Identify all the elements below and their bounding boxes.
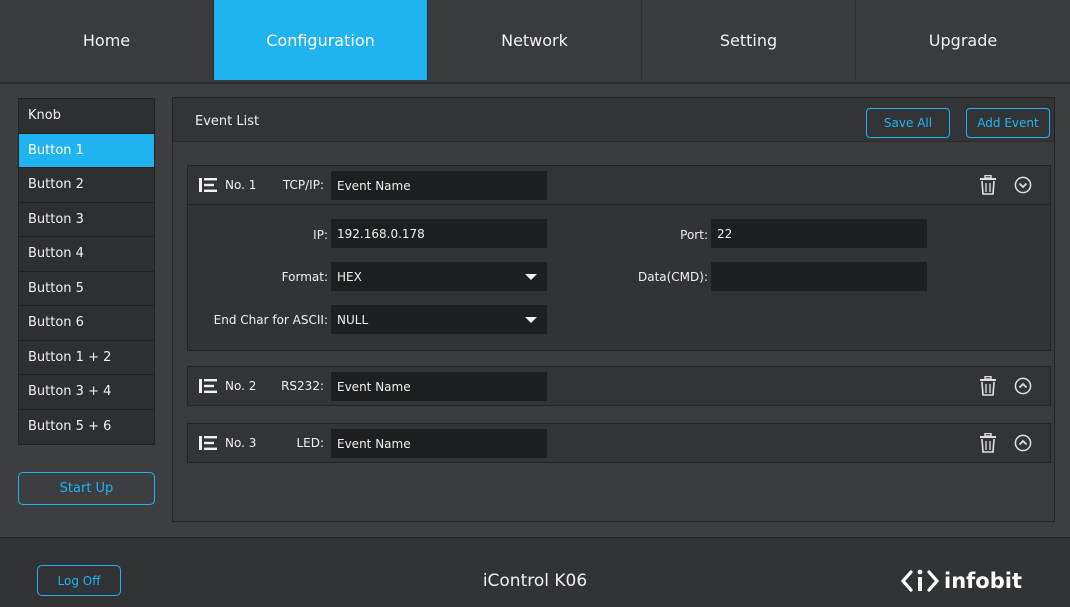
trash-icon[interactable] xyxy=(979,175,997,195)
end-char-label: End Char for ASCII: xyxy=(213,313,328,327)
tab-upgrade[interactable]: Upgrade xyxy=(856,0,1070,80)
ip-label: IP: xyxy=(313,228,328,242)
infobit-logo-icon xyxy=(901,569,939,592)
ip-input[interactable] xyxy=(331,219,547,248)
format-value: HEX xyxy=(337,269,362,284)
event-header: No. 1 TCP/IP: xyxy=(188,166,1050,204)
list-drag-icon[interactable] xyxy=(199,178,217,192)
tab-setting[interactable]: Setting xyxy=(642,0,856,80)
event-name-input[interactable] xyxy=(331,372,547,401)
sidebar-item-button-5[interactable]: Button 5 xyxy=(19,271,154,306)
list-drag-icon[interactable] xyxy=(199,379,217,393)
data-cmd-input[interactable] xyxy=(711,262,927,291)
event-list-panel: Event List Save All Add Event No. 1 TCP/… xyxy=(172,97,1055,522)
data-cmd-label: Data(CMD): xyxy=(637,270,708,284)
tab-home[interactable]: Home xyxy=(0,0,214,80)
event-type-label: RS232: xyxy=(281,379,324,393)
event-number: No. 1 xyxy=(225,178,257,192)
dropdown-caret-icon xyxy=(525,274,537,280)
panel-header: Event List Save All Add Event xyxy=(173,98,1054,142)
tab-network[interactable]: Network xyxy=(428,0,642,80)
brand-name: infobit xyxy=(944,569,1022,593)
save-all-button[interactable]: Save All xyxy=(866,108,950,138)
sidebar-item-knob[interactable]: Knob xyxy=(19,99,154,134)
event-number: No. 2 xyxy=(225,379,257,393)
trash-icon[interactable] xyxy=(979,433,997,453)
start-up-button[interactable]: Start Up xyxy=(18,472,155,505)
sidebar-item-button-5-6[interactable]: Button 5 + 6 xyxy=(19,409,154,444)
sidebar-item-button-1-2[interactable]: Button 1 + 2 xyxy=(19,340,154,375)
sidebar: Knob Button 1 Button 2 Button 3 Button 4… xyxy=(18,98,155,445)
event-name-input[interactable] xyxy=(331,171,547,200)
chevron-up-circle-icon[interactable] xyxy=(1014,434,1032,452)
list-drag-icon[interactable] xyxy=(199,436,217,450)
chevron-down-circle-icon[interactable] xyxy=(1014,176,1032,194)
event-header: No. 2 RS232: xyxy=(188,367,1050,405)
sidebar-item-button-6[interactable]: Button 6 xyxy=(19,306,154,341)
brand-logo: infobit xyxy=(900,564,1022,598)
trash-icon[interactable] xyxy=(979,376,997,396)
footer: Log Off iControl K06 infobit xyxy=(0,537,1070,607)
top-navigation: Home Configuration Network Setting Upgra… xyxy=(0,0,1070,84)
port-input[interactable] xyxy=(711,219,927,248)
add-event-button[interactable]: Add Event xyxy=(966,108,1050,138)
end-char-select[interactable]: NULL xyxy=(331,305,547,334)
port-label: Port: xyxy=(680,228,708,242)
sidebar-item-button-3-4[interactable]: Button 3 + 4 xyxy=(19,375,154,410)
sidebar-item-button-3[interactable]: Button 3 xyxy=(19,202,154,237)
sidebar-item-button-4[interactable]: Button 4 xyxy=(19,237,154,272)
tab-configuration[interactable]: Configuration xyxy=(214,0,428,80)
event-item-2: No. 2 RS232: xyxy=(187,366,1051,406)
format-select[interactable]: HEX xyxy=(331,262,547,291)
chevron-up-circle-icon[interactable] xyxy=(1014,377,1032,395)
event-header: No. 3 LED: xyxy=(188,424,1050,462)
main-area: Knob Button 1 Button 2 Button 3 Button 4… xyxy=(0,84,1070,537)
event-settings: IP: Port: Format: HEX Data(CMD): End Cha… xyxy=(188,204,1050,350)
event-number: No. 3 xyxy=(225,436,257,450)
format-label: Format: xyxy=(281,270,328,284)
event-name-input[interactable] xyxy=(331,429,547,458)
event-item-3: No. 3 LED: xyxy=(187,423,1051,463)
panel-title: Event List xyxy=(195,114,260,129)
sidebar-item-button-2[interactable]: Button 2 xyxy=(19,168,154,203)
event-type-label: TCP/IP: xyxy=(282,178,324,192)
dropdown-caret-icon xyxy=(525,317,537,323)
end-char-value: NULL xyxy=(337,312,369,327)
event-item-1: No. 1 TCP/IP: IP: Port: xyxy=(187,165,1051,351)
sidebar-item-button-1[interactable]: Button 1 xyxy=(19,133,154,168)
event-type-label: LED: xyxy=(296,436,324,450)
